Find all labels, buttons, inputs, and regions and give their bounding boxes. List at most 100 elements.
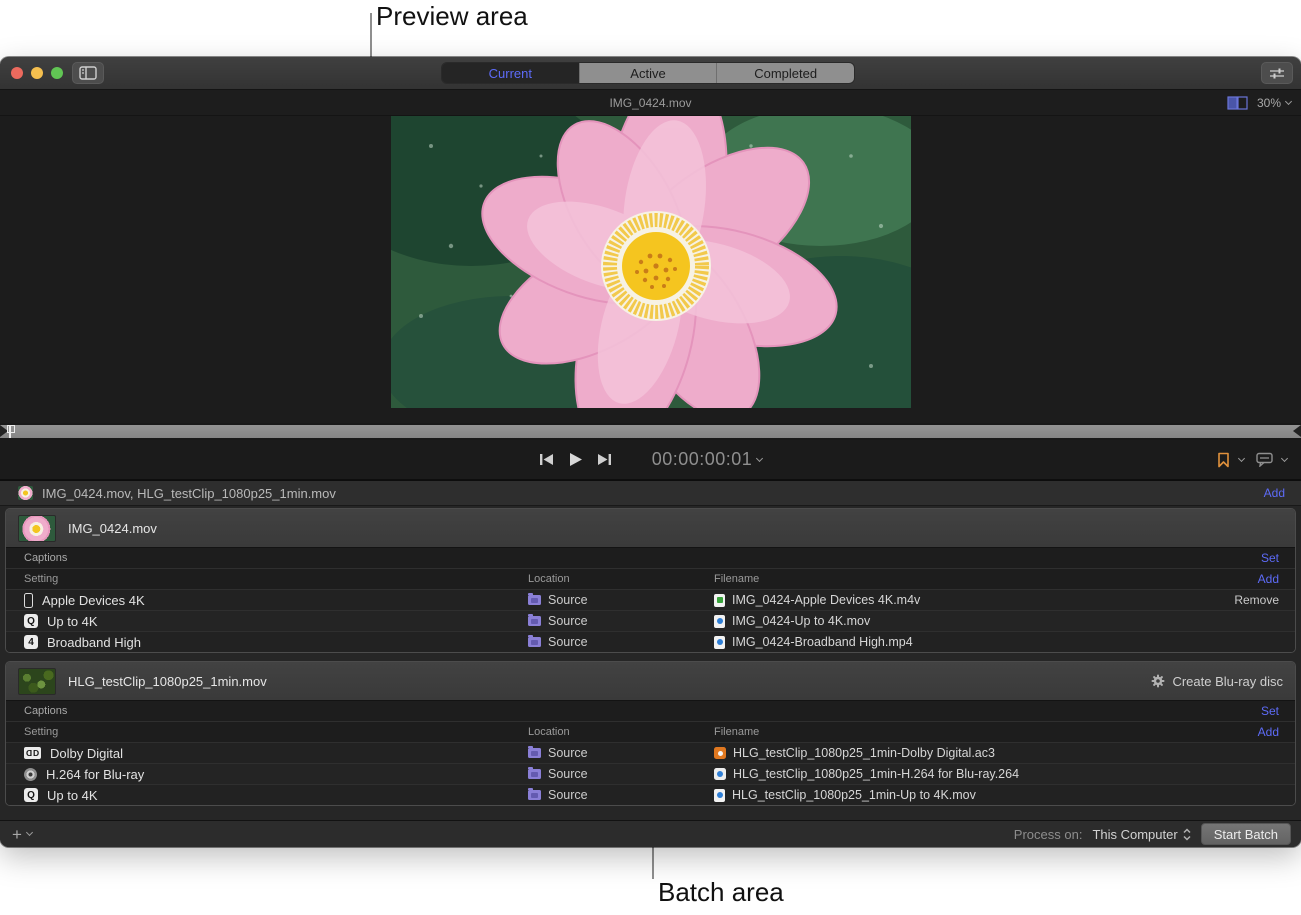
captions-label: Captions <box>24 705 67 717</box>
mov-file-icon <box>714 789 725 802</box>
captions-set-link[interactable]: Set <box>1261 704 1279 718</box>
output-row[interactable]: DD Dolby Digital Source HLG_testClip_108… <box>6 742 1295 763</box>
col-setting-label: Setting <box>24 573 58 585</box>
output-location: Source <box>548 635 588 649</box>
job-card-hlg-testclip: HLG_testClip_1080p25_1min.mov <box>5 661 1296 806</box>
play-button[interactable] <box>568 452 583 467</box>
mp4-setting-icon: 4 <box>24 635 38 649</box>
job-action-label: Create Blu-ray disc <box>1172 674 1283 689</box>
source-folder-icon <box>528 595 541 605</box>
zoom-button[interactable] <box>51 67 63 79</box>
batch-area: IMG_0424.mov Captions Set Setting Locati… <box>0 506 1301 820</box>
output-filename: IMG_0424-Broadband High.mp4 <box>732 635 913 649</box>
process-on-popup[interactable]: This Computer <box>1092 827 1190 842</box>
output-setting: Apple Devices 4K <box>42 593 145 608</box>
mp4-file-icon <box>714 636 725 649</box>
compressor-window: Current Active Completed IMG_0424.mov <box>0 57 1301 847</box>
close-button[interactable] <box>11 67 23 79</box>
output-location: Source <box>548 593 588 607</box>
preview-video-frame[interactable] <box>391 116 911 408</box>
start-batch-button[interactable]: Start Batch <box>1201 823 1291 845</box>
col-location-label: Location <box>528 573 570 585</box>
output-row[interactable]: H.264 for Blu-ray Source HLG_testClip_10… <box>6 763 1295 784</box>
batch-thumbnail-icon <box>18 486 33 500</box>
output-setting: Broadband High <box>47 635 141 650</box>
toggle-sidebar-button[interactable] <box>72 62 104 84</box>
gear-icon <box>1151 674 1165 688</box>
transport-controls: 00:00:00:01 <box>0 440 1301 480</box>
m4v-file-icon <box>714 594 725 607</box>
dolby-digital-icon: DD <box>24 747 41 759</box>
minimize-button[interactable] <box>31 67 43 79</box>
source-folder-icon <box>528 616 541 626</box>
tab-active[interactable]: Active <box>580 63 718 83</box>
preview-area <box>0 116 1301 423</box>
output-row[interactable]: Apple Devices 4K Source IMG_0424-Apple D… <box>6 589 1295 610</box>
page: Preview area Batch area <box>0 0 1301 915</box>
output-location: Source <box>548 746 588 760</box>
batch-add-link[interactable]: Add <box>1264 486 1285 500</box>
output-add-link[interactable]: Add <box>1258 725 1279 739</box>
sliders-icon <box>1269 67 1285 80</box>
h264-file-icon <box>714 768 726 780</box>
marker-menu[interactable] <box>1217 452 1244 468</box>
source-folder-icon <box>528 637 541 647</box>
go-to-end-button[interactable] <box>597 453 612 466</box>
playhead[interactable] <box>9 425 11 438</box>
output-filename: HLG_testClip_1080p25_1min-Up to 4K.mov <box>732 788 976 802</box>
go-to-start-button[interactable] <box>539 453 554 466</box>
output-setting: Dolby Digital <box>50 746 123 761</box>
captions-display-menu[interactable] <box>1256 452 1287 467</box>
timeline-bar[interactable] <box>0 425 1301 438</box>
output-row[interactable]: 4 Broadband High Source IMG_0424-Broadba… <box>6 631 1295 652</box>
tab-current[interactable]: Current <box>442 63 580 83</box>
captions-set-link[interactable]: Set <box>1261 551 1279 565</box>
output-filename: HLG_testClip_1080p25_1min-H.264 for Blu-… <box>733 767 1019 781</box>
tab-completed[interactable]: Completed <box>717 63 854 83</box>
preview-title-bar: IMG_0424.mov 30% <box>0 90 1301 116</box>
captions-row[interactable]: Captions Set <box>6 700 1295 721</box>
timeline-scrubber[interactable] <box>0 423 1301 440</box>
output-add-link[interactable]: Add <box>1258 572 1279 586</box>
job-name: IMG_0424.mov <box>68 521 157 536</box>
add-job-menu[interactable]: + <box>12 826 32 843</box>
source-folder-icon <box>528 790 541 800</box>
batch-selection-header[interactable]: IMG_0424.mov, HLG_testClip_1080p25_1min.… <box>0 480 1301 506</box>
chevron-down-icon <box>26 829 33 836</box>
caption-bubble-icon <box>1256 452 1273 467</box>
ac3-file-icon <box>714 747 726 759</box>
batch-callout-line <box>652 847 654 879</box>
job-name: HLG_testClip_1080p25_1min.mov <box>68 674 267 689</box>
output-filename: IMG_0424-Apple Devices 4K.m4v <box>732 593 920 607</box>
job-header[interactable]: IMG_0424.mov <box>6 509 1295 547</box>
output-location: Source <box>548 614 588 628</box>
output-setting: H.264 for Blu-ray <box>46 767 144 782</box>
columns-header-row: Setting Location Filename Add <box>6 721 1295 742</box>
output-row[interactable]: Q Up to 4K Source HLG_testClip_1080p25_1… <box>6 784 1295 805</box>
chevron-down-icon <box>756 454 763 461</box>
batch-selection-title: IMG_0424.mov, HLG_testClip_1080p25_1min.… <box>42 486 336 501</box>
marker-icon <box>1217 452 1230 468</box>
zoom-level-popup[interactable]: 30% <box>1257 96 1291 110</box>
output-remove-link[interactable]: Remove <box>1234 593 1279 607</box>
job-header[interactable]: HLG_testClip_1080p25_1min.mov <box>6 662 1295 700</box>
timecode-display[interactable]: 00:00:00:01 <box>652 449 763 470</box>
job-action-menu[interactable]: Create Blu-ray disc <box>1151 674 1283 689</box>
quicktime-setting-icon: Q <box>24 788 38 802</box>
out-point-marker[interactable] <box>1293 425 1301 437</box>
mov-file-icon <box>714 615 725 628</box>
compare-view-icon[interactable] <box>1227 96 1248 110</box>
batch-view-tabs: Current Active Completed <box>441 62 855 84</box>
output-filename: HLG_testClip_1080p25_1min-Dolby Digital.… <box>733 746 995 760</box>
columns-header-row: Setting Location Filename Add <box>6 568 1295 589</box>
sidebar-icon <box>79 66 97 80</box>
captions-row[interactable]: Captions Set <box>6 547 1295 568</box>
col-location-label: Location <box>528 726 570 738</box>
output-row[interactable]: Q Up to 4K Source IMG_0424-Up to 4K.mov <box>6 610 1295 631</box>
chevron-down-icon <box>1281 454 1288 461</box>
source-folder-icon <box>528 748 541 758</box>
toolbar: Current Active Completed <box>0 57 1301 90</box>
inspector-button[interactable] <box>1261 62 1293 84</box>
updown-chevrons-icon <box>1183 828 1191 841</box>
apple-device-icon <box>24 593 33 608</box>
